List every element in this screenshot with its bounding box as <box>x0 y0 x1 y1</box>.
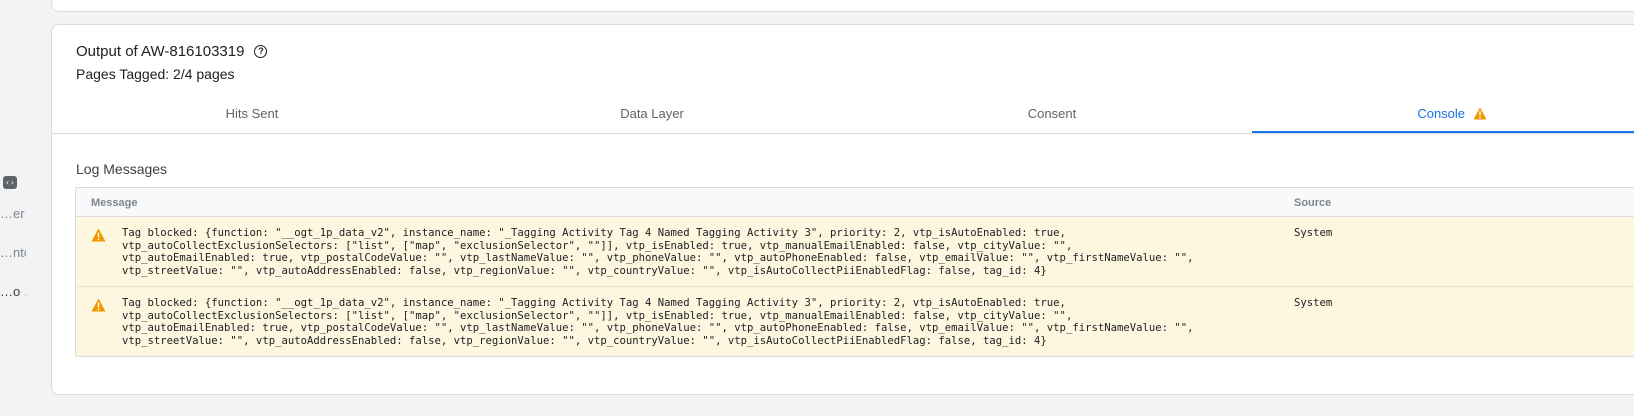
left-rail: ‹› …er… …nto… …o … <box>0 0 50 416</box>
pages-tagged: Pages Tagged: 2/4 pages <box>76 66 235 82</box>
log-message: Tag blocked: {function: "__ogt_1p_data_v… <box>122 227 1194 277</box>
rail-item-2[interactable]: …nto… <box>0 245 26 260</box>
column-header-source: Source <box>1294 197 1332 209</box>
code-icon[interactable]: ‹› <box>3 176 17 189</box>
log-row[interactable]: Tag blocked: {function: "__ogt_1p_data_v… <box>76 287 1634 356</box>
log-messages-title: Log Messages <box>76 161 168 177</box>
tab-consent[interactable]: Consent <box>852 97 1252 133</box>
tab-label: Hits Sent <box>225 106 279 121</box>
tab-data-layer[interactable]: Data Layer <box>452 97 852 133</box>
rail-item-3[interactable]: …o … <box>0 284 26 299</box>
tab-label: Console <box>1417 106 1466 121</box>
output-title-row: Output of AW-816103319 ? <box>76 43 268 60</box>
log-table-header: Message Source <box>76 188 1634 217</box>
log-source: System <box>1294 297 1333 309</box>
output-tabs: Hits Sent Data Layer Consent Console <box>52 97 1634 134</box>
previous-card <box>51 0 1634 12</box>
tab-label: Data Layer <box>620 106 684 121</box>
log-message: Tag blocked: {function: "__ogt_1p_data_v… <box>122 297 1194 347</box>
tab-hits-sent[interactable]: Hits Sent <box>52 97 452 133</box>
warning-icon <box>1473 107 1487 120</box>
output-card: Output of AW-816103319 ? Pages Tagged: 2… <box>51 24 1634 395</box>
log-source: System <box>1294 227 1333 239</box>
warning-icon <box>91 228 106 242</box>
log-table: Message Source Tag blocked: {function: "… <box>75 187 1634 357</box>
column-header-message: Message <box>91 197 138 209</box>
tab-label: Consent <box>1027 106 1077 121</box>
log-row[interactable]: Tag blocked: {function: "__ogt_1p_data_v… <box>76 217 1634 287</box>
tab-console[interactable]: Console <box>1252 97 1634 133</box>
output-title: Output of AW-816103319 <box>76 43 245 60</box>
help-circle-icon[interactable]: ? <box>254 45 268 58</box>
rail-item-1[interactable]: …er… <box>0 206 26 221</box>
warning-icon <box>91 298 106 312</box>
